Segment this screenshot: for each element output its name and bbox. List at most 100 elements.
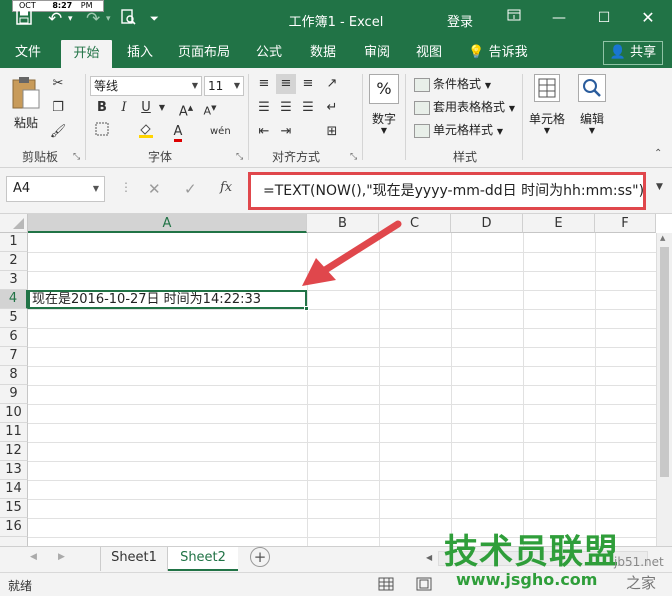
ribbon-display-options-icon[interactable]: [503, 7, 525, 29]
row-header[interactable]: 14: [0, 480, 28, 499]
cancel-icon[interactable]: ✕: [148, 180, 161, 198]
font-color-icon[interactable]: A: [168, 122, 188, 142]
borders-icon[interactable]: [92, 122, 112, 142]
page-layout-view-icon[interactable]: [416, 577, 432, 594]
row-header[interactable]: 11: [0, 423, 28, 442]
row-header[interactable]: 8: [0, 366, 28, 385]
tab-formulas[interactable]: 公式: [248, 38, 290, 68]
cell-a4[interactable]: 现在是2016-10-27日 时间为14:22:33: [28, 290, 309, 311]
row-header[interactable]: 16: [0, 518, 28, 537]
row-header[interactable]: [0, 537, 28, 546]
vertical-scrollbar[interactable]: ▲: [656, 233, 672, 546]
row-header-selected[interactable]: 4: [0, 290, 28, 309]
more-options-icon[interactable]: ⋮: [120, 180, 132, 194]
clipboard-launcher-icon[interactable]: ⤡: [73, 152, 80, 162]
tab-page-layout[interactable]: 页面布局: [172, 38, 236, 68]
column-header-e[interactable]: E: [523, 214, 595, 233]
share-button[interactable]: 👤 共享: [603, 41, 663, 65]
close-button[interactable]: ✕: [637, 7, 659, 29]
minimize-button[interactable]: —: [548, 7, 570, 29]
tab-home[interactable]: 开始: [61, 40, 112, 68]
add-sheet-icon[interactable]: +: [250, 547, 270, 567]
row-header[interactable]: 7: [0, 347, 28, 366]
maximize-button[interactable]: ☐: [593, 7, 615, 29]
font-size-select[interactable]: 11 ▼: [204, 76, 244, 96]
enter-icon[interactable]: ✓: [184, 180, 197, 198]
merge-center-icon[interactable]: ⊞: [322, 122, 342, 142]
gridline: [307, 233, 308, 546]
font-launcher-icon[interactable]: ⤡: [236, 152, 243, 162]
expand-formula-bar-icon[interactable]: ▼: [656, 182, 663, 192]
editing-button[interactable]: 编辑 ▼: [574, 72, 610, 142]
sheet-tab-sheet1[interactable]: Sheet1: [100, 547, 168, 571]
horizontal-scroll-left-icon[interactable]: ◀: [426, 553, 432, 562]
row-header[interactable]: 3: [0, 271, 28, 290]
shrink-font-icon[interactable]: A▼: [200, 98, 220, 118]
normal-view-icon[interactable]: [378, 577, 394, 594]
increase-indent-icon[interactable]: ⇥: [276, 122, 296, 142]
format-painter-icon[interactable]: 🖌: [48, 122, 68, 142]
scroll-up-icon[interactable]: ▲: [660, 234, 665, 242]
gridline: [28, 404, 656, 405]
cells-button[interactable]: 单元格 ▼: [526, 72, 568, 142]
decrease-indent-icon[interactable]: ⇤: [254, 122, 274, 142]
ribbon: 粘贴 ✂ ❐ 🖌 剪贴板 ⤡ 等线 ▼ 11 ▼ B I U ▼ A▲ A▼ A: [0, 68, 672, 168]
align-right-icon[interactable]: ☰: [298, 98, 318, 118]
italic-icon[interactable]: I: [114, 98, 134, 118]
worksheet-grid[interactable]: A B C D E F 1 2 3 4 5 6 7 8 9 10 11 12 1…: [0, 214, 672, 546]
row-header[interactable]: 6: [0, 328, 28, 347]
separator: [405, 74, 406, 160]
tab-tell-me[interactable]: 💡 告诉我: [462, 38, 534, 68]
tab-review[interactable]: 审阅: [356, 38, 398, 68]
column-header-a[interactable]: A: [28, 214, 307, 233]
conditional-formatting-button[interactable]: 条件格式 ▼: [414, 74, 491, 94]
orientation-icon[interactable]: ↗: [322, 74, 342, 94]
row-header[interactable]: 13: [0, 461, 28, 480]
grow-font-icon[interactable]: A▲: [176, 98, 196, 119]
collapse-ribbon-icon[interactable]: ⌃: [654, 148, 662, 159]
prev-sheet-icon[interactable]: ◀: [30, 552, 37, 562]
tab-insert[interactable]: 插入: [118, 38, 162, 68]
tab-file[interactable]: 文件: [8, 38, 48, 68]
number-format-button[interactable]: % 数字 ▼: [366, 72, 402, 135]
underline-dropdown-icon[interactable]: ▼: [152, 98, 172, 118]
phonetic-icon[interactable]: wén: [210, 122, 231, 142]
select-all-corner[interactable]: [0, 214, 28, 233]
column-header-f[interactable]: F: [595, 214, 656, 233]
name-box[interactable]: A4 ▼: [6, 176, 105, 202]
font-name-select[interactable]: 等线 ▼: [90, 76, 202, 96]
column-header-c[interactable]: C: [379, 214, 451, 233]
row-header[interactable]: 15: [0, 499, 28, 518]
tab-data[interactable]: 数据: [302, 38, 344, 68]
fill-color-icon[interactable]: [136, 122, 156, 142]
format-as-table-button[interactable]: 套用表格格式 ▼: [414, 97, 515, 117]
cell-styles-button[interactable]: 单元格样式 ▼: [414, 120, 503, 140]
align-middle-icon[interactable]: ≡: [276, 74, 296, 94]
paste-button[interactable]: 粘贴: [8, 74, 44, 134]
cut-icon[interactable]: ✂: [48, 74, 68, 94]
align-left-icon[interactable]: ☰: [254, 98, 274, 118]
tab-view[interactable]: 视图: [408, 38, 450, 68]
row-header[interactable]: 2: [0, 252, 28, 271]
next-sheet-icon[interactable]: ▶: [58, 552, 65, 562]
formula-input[interactable]: =TEXT(NOW(),"现在是yyyy-mm-dd日 时间为hh:mm:ss"…: [248, 172, 646, 210]
row-header[interactable]: 9: [0, 385, 28, 404]
bold-icon[interactable]: B: [92, 98, 112, 118]
wrap-text-icon[interactable]: ↵: [322, 98, 342, 118]
fill-handle[interactable]: [304, 306, 309, 311]
insert-function-icon[interactable]: fx: [220, 180, 232, 195]
row-header[interactable]: 5: [0, 309, 28, 328]
align-center-icon[interactable]: ☰: [276, 98, 296, 118]
row-header[interactable]: 1: [0, 233, 28, 252]
login-link[interactable]: 登录: [447, 11, 473, 30]
row-header[interactable]: 12: [0, 442, 28, 461]
align-top-icon[interactable]: ≡: [254, 74, 274, 94]
column-header-d[interactable]: D: [451, 214, 523, 233]
scroll-thumb[interactable]: [660, 247, 669, 477]
alignment-launcher-icon[interactable]: ⤡: [350, 152, 357, 162]
row-header[interactable]: 10: [0, 404, 28, 423]
align-bottom-icon[interactable]: ≡: [298, 74, 318, 94]
column-header-b[interactable]: B: [307, 214, 379, 233]
sheet-tab-sheet2[interactable]: Sheet2: [168, 547, 238, 571]
copy-icon[interactable]: ❐: [48, 98, 68, 118]
